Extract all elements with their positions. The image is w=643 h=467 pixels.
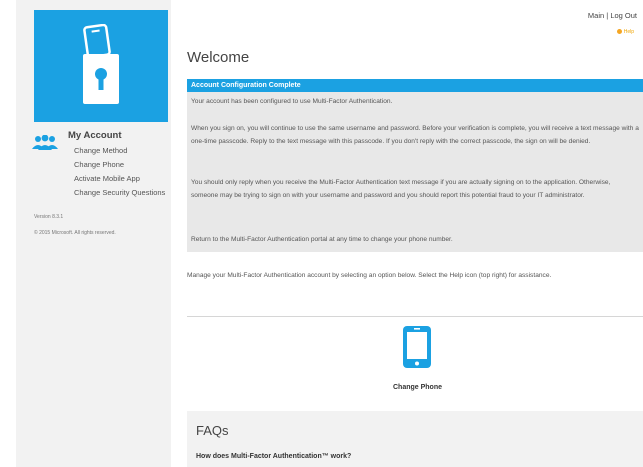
config-paragraph: You should only reply when you receive t…: [191, 179, 611, 199]
config-paragraph: Return to the Multi-Factor Authenticatio…: [191, 236, 453, 243]
faq-heading: FAQs: [196, 423, 229, 438]
divider: [187, 316, 643, 317]
help-link[interactable]: Help: [616, 29, 634, 35]
mobile-phone-icon[interactable]: [401, 325, 433, 369]
copyright-text: © 2015 Microsoft. All rights reserved.: [34, 230, 116, 236]
phone-lock-icon: [83, 24, 119, 104]
config-panel-header: Account Configuration Complete: [187, 79, 643, 92]
my-account-heading: My Account: [68, 130, 122, 141]
sidebar-item-change-method[interactable]: Change Method: [74, 146, 127, 155]
config-paragraph: Your account has been configured to use …: [191, 98, 393, 105]
help-icon[interactable]: [616, 29, 622, 35]
sidebar-item-change-security-questions[interactable]: Change Security Questions: [74, 188, 165, 197]
config-paragraph: When you sign on, you will continue to u…: [191, 125, 639, 145]
account-config-panel: Account Configuration Complete Your acco…: [187, 79, 643, 252]
app-logo: [34, 10, 168, 122]
faq-question[interactable]: How does Multi-Factor Authentication™ wo…: [196, 453, 351, 460]
sidebar: My Account Change Method Change Phone Ac…: [16, 0, 171, 467]
logout-link[interactable]: Log Out: [610, 11, 637, 20]
sidebar-item-change-phone[interactable]: Change Phone: [74, 160, 124, 169]
main-link[interactable]: Main: [588, 11, 604, 20]
faq-panel: FAQs How does Multi-Factor Authenticatio…: [187, 411, 643, 467]
help-label[interactable]: Help: [624, 29, 634, 35]
change-phone-option[interactable]: Change Phone: [380, 325, 455, 397]
page-title: Welcome: [187, 49, 250, 66]
sidebar-item-activate-mobile-app[interactable]: Activate Mobile App: [74, 174, 140, 183]
version-text: Version 8.3.1: [34, 214, 64, 220]
manage-instructions: Manage your Multi-Factor Authentication …: [187, 272, 552, 279]
people-icon: [32, 135, 58, 150]
top-links: Main | Log Out: [588, 11, 637, 20]
change-phone-label[interactable]: Change Phone: [380, 384, 455, 391]
